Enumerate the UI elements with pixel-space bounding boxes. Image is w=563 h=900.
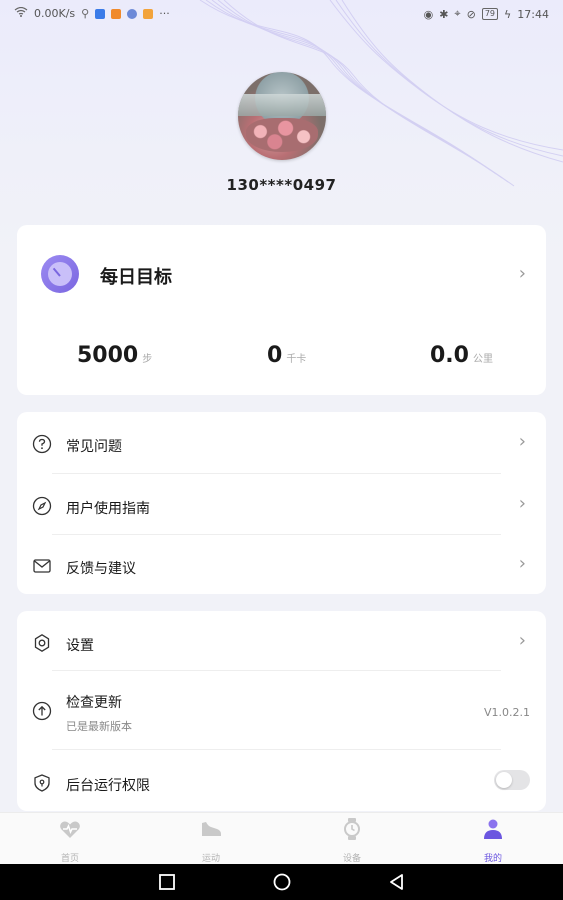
distance-unit: 公里	[472, 354, 493, 365]
tab-label: 首页	[60, 854, 79, 864]
chevron-right-icon: ›	[518, 630, 526, 651]
system-navigation-bar	[0, 864, 563, 900]
background-permission-label: 后台运行权限	[66, 778, 150, 794]
calories-stat: 0 千卡	[267, 343, 306, 368]
update-status: 已是最新版本	[66, 720, 132, 733]
watch-icon	[344, 818, 360, 840]
app-notification-icon	[111, 8, 122, 19]
status-bar: 0.00K/s ⚲ ··· ◉ ✱ ⌖ ⊘ 79 ϟ 17:44	[0, 0, 563, 28]
gear-icon	[34, 634, 50, 652]
steps-unit: 步	[142, 354, 153, 365]
tab-label: 设备	[342, 854, 361, 864]
chevron-right-icon: ›	[518, 493, 526, 514]
avatar[interactable]	[238, 72, 326, 160]
tab-home[interactable]: 首页	[30, 817, 110, 864]
chevron-right-icon: ›	[518, 263, 526, 284]
tab-sport[interactable]: 运动	[171, 817, 251, 864]
network-speed: 0.00K/s	[34, 7, 76, 20]
app-notification-icon	[95, 8, 106, 19]
menu-item-user-guide[interactable]: 用户使用指南 ›	[17, 474, 546, 534]
envelope-icon	[33, 559, 51, 573]
background-permission-toggle[interactable]	[494, 770, 530, 790]
daily-goal-card[interactable]: 每日目标 › 5000 步 0 千卡 0.0 公里	[17, 225, 546, 395]
menu-item-faq[interactable]: 常见问题 ›	[17, 412, 546, 473]
menu-item-label: 反馈与建议	[66, 561, 136, 577]
distance-value: 0.0	[430, 343, 469, 368]
distance-stat: 0.0 公里	[430, 343, 493, 368]
calories-unit: 千卡	[286, 354, 307, 365]
bluetooth-icon: ✱	[439, 7, 449, 21]
steps-value: 5000	[77, 343, 139, 368]
menu-item-feedback[interactable]: 反馈与建议 ›	[17, 535, 546, 594]
goal-dial-icon	[41, 255, 79, 293]
goal-stats: 5000 步 0 千卡 0.0 公里	[17, 343, 546, 373]
settings-card: 设置 › 检查更新 已是最新版本 V1.0.2.1 后台运行权限	[17, 611, 546, 811]
recent-apps-button[interactable]	[157, 872, 177, 892]
battery-icon: 79	[481, 8, 499, 20]
location-icon: ⌖	[454, 7, 461, 20]
check-update-label: 检查更新	[66, 695, 122, 711]
menu-item-label: 常见问题	[66, 439, 122, 455]
calories-value: 0	[267, 343, 283, 368]
tab-label: 运动	[201, 854, 220, 864]
compass-icon	[32, 496, 52, 516]
settings-label: 设置	[66, 638, 94, 654]
arrow-up-circle-icon	[32, 701, 52, 721]
home-button[interactable]	[272, 872, 292, 892]
heart-pulse-icon	[60, 821, 80, 838]
chevron-right-icon: ›	[518, 431, 526, 452]
tab-device[interactable]: 设备	[312, 817, 392, 864]
goal-title: 每日目标	[100, 267, 172, 288]
tab-mine[interactable]: 我的	[453, 817, 533, 864]
bottom-tab-bar: 首页 运动 设备 我的	[0, 812, 563, 865]
background-permission-item: 后台运行权限	[17, 750, 546, 811]
settings-item[interactable]: 设置 ›	[17, 611, 546, 670]
chevron-right-icon: ›	[518, 553, 526, 574]
more-notifications-icon: ···	[159, 7, 170, 20]
person-icon	[484, 819, 502, 839]
steps-stat: 5000 步	[77, 343, 152, 368]
mute-icon: ⊘	[466, 7, 476, 21]
shoe-icon	[202, 822, 221, 836]
eye-icon: ◉	[423, 7, 434, 21]
help-menu-card: 常见问题 › 用户使用指南 › 反馈与建议 ›	[17, 412, 546, 594]
question-circle-icon	[32, 434, 52, 454]
charging-icon: ϟ	[504, 7, 512, 21]
app-notification-icon	[143, 8, 154, 19]
check-update-item[interactable]: 检查更新 已是最新版本 V1.0.2.1	[17, 671, 546, 749]
tab-label: 我的	[483, 854, 502, 864]
app-notification-icon	[127, 8, 138, 19]
app-version: V1.0.2.1	[483, 706, 530, 719]
menu-item-label: 用户使用指南	[66, 501, 150, 517]
user-phone: 130****0497	[226, 176, 337, 194]
back-button[interactable]	[387, 872, 407, 892]
usb-icon: ⚲	[81, 7, 90, 20]
wifi-icon	[14, 6, 28, 20]
clock-time: 17:44	[517, 7, 549, 21]
shield-icon	[34, 774, 50, 792]
